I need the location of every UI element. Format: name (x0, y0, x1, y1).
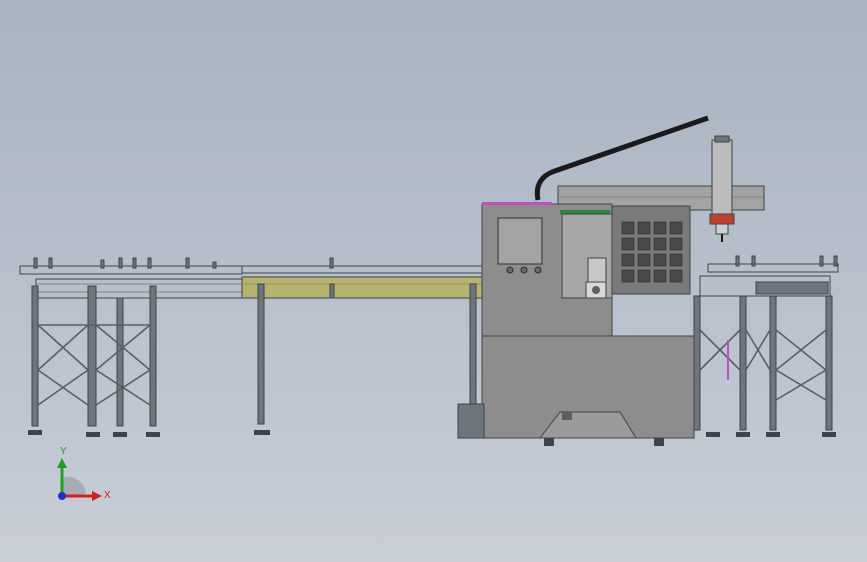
cabinet-buttons (506, 266, 542, 274)
cabinet-screen (497, 217, 543, 265)
middle-conveyor-olive-panel (241, 276, 483, 299)
left-conveyor-side-beam (35, 278, 243, 299)
right-conveyor-top-rail (707, 263, 839, 273)
orientation-triad[interactable]: Y X (57, 446, 111, 501)
gantry-vertical-axis (711, 139, 733, 217)
triad-z-axis (58, 492, 66, 500)
middle-conveyor[interactable] (241, 257, 483, 435)
machine-assembly-model[interactable]: Y X (0, 0, 867, 562)
machine-cabinet[interactable] (457, 202, 695, 446)
right-conveyor[interactable] (693, 255, 839, 437)
triad-y-label: Y (60, 446, 67, 457)
middle-conveyor-top-rail (241, 265, 483, 274)
cad-viewport[interactable]: Y X (0, 0, 867, 562)
left-conveyor-top-rail (19, 265, 243, 275)
left-conveyor[interactable] (19, 257, 243, 437)
triad-x-label: X (104, 490, 111, 501)
